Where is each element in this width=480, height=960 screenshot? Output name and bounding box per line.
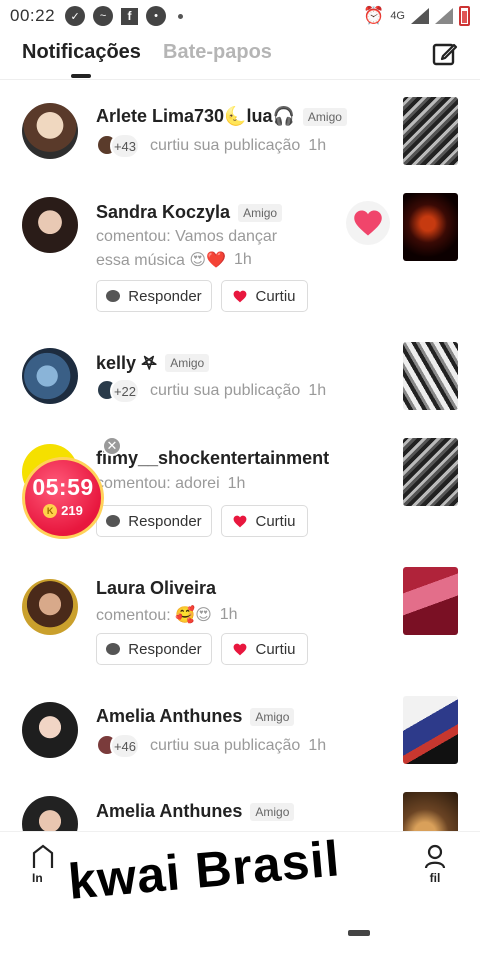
nav-profile[interactable]: fil: [424, 844, 446, 885]
home-icon: [32, 844, 54, 868]
comment-text-line2: essa música 😍❤️: [96, 252, 226, 269]
heart-icon: [234, 515, 247, 527]
post-thumbnail[interactable]: [403, 792, 458, 831]
gesture-bar: [348, 930, 370, 936]
liked-label: Curtiu: [255, 512, 296, 530]
friend-badge: Amigo: [250, 707, 295, 726]
nav-profile-label: fil: [429, 871, 441, 885]
notification-text: curtiu sua publicação: [150, 737, 301, 754]
liked-heart-bubble[interactable]: [346, 201, 390, 245]
reply-label: Responder: [128, 640, 202, 658]
post-thumbnail[interactable]: [403, 342, 458, 410]
avatar[interactable]: [22, 103, 78, 159]
reward-timer-widget[interactable]: 05:59 K 219: [22, 457, 104, 539]
notification-list: Arlete Lima730🌜lua🎧 Amigo +43 curtiu sua…: [0, 81, 480, 831]
wifi-signal-icon: [435, 8, 453, 24]
friend-badge: Amigo: [165, 354, 210, 372]
nav-home[interactable]: In: [32, 844, 54, 885]
chat-bubble-icon: •: [146, 6, 167, 26]
notification-time: 1h: [308, 382, 327, 399]
status-time: 00:22: [10, 6, 56, 25]
heart-icon: [234, 643, 247, 655]
notification-text: comentou: 🥰😍: [96, 607, 212, 624]
liker-count: +46: [110, 733, 140, 759]
avatar[interactable]: [22, 348, 78, 404]
compose-icon[interactable]: [432, 41, 458, 67]
signal-icon: [411, 8, 429, 24]
reply-label: Responder: [128, 512, 202, 530]
reply-button[interactable]: Responder: [96, 633, 212, 665]
user-name[interactable]: kelly 𖤐: [96, 351, 157, 375]
reply-button[interactable]: Responder: [96, 505, 212, 537]
post-thumbnail[interactable]: [403, 193, 458, 261]
friend-badge: Amigo: [250, 802, 295, 821]
tab-bate-papos[interactable]: Bate-papos: [163, 41, 272, 64]
notification-time: 1h: [308, 737, 327, 754]
liker-count: +22: [110, 378, 140, 404]
post-thumbnail[interactable]: [403, 567, 458, 635]
close-icon: ✕: [106, 438, 118, 453]
reply-label: Responder: [128, 287, 202, 305]
avatar[interactable]: [22, 197, 78, 253]
kwai-coin-icon: K: [43, 503, 58, 518]
liker-count: +43: [110, 133, 140, 159]
heart-icon: [234, 290, 247, 302]
notification-text: comentou: adorei: [96, 475, 220, 492]
reply-bubble-icon: [106, 515, 121, 527]
network-type: 4G: [390, 10, 405, 22]
reply-bubble-icon: [106, 290, 121, 302]
facebook-icon: f: [121, 7, 139, 25]
active-tab-indicator: [71, 74, 91, 78]
user-name[interactable]: Amelia Anthunes: [96, 706, 242, 727]
post-thumbnail[interactable]: [403, 97, 458, 165]
notification-time: 1h: [227, 475, 246, 492]
liked-button[interactable]: Curtiu: [221, 505, 308, 537]
user-name[interactable]: Laura Oliveira: [96, 578, 216, 599]
timer-close-button[interactable]: ✕: [102, 436, 122, 456]
status-right-icons: ⏰ 4G: [363, 6, 470, 26]
check-icon: ✓: [65, 6, 86, 26]
timer-coins: K 219: [25, 503, 101, 518]
reply-button[interactable]: Responder: [96, 280, 212, 312]
notification-text: curtiu sua publicação: [150, 137, 301, 154]
liked-label: Curtiu: [255, 640, 296, 658]
user-name[interactable]: Amelia Anthunes: [96, 801, 242, 822]
notification-time: 1h: [233, 251, 252, 268]
liked-button[interactable]: Curtiu: [221, 633, 308, 665]
notification-text: curtiu sua publicação: [150, 382, 301, 399]
battery-icon: [459, 6, 470, 26]
user-name[interactable]: Sandra Koczyla: [96, 202, 230, 223]
liker-avatars[interactable]: +43: [96, 133, 142, 159]
notification-time: 1h: [308, 137, 327, 154]
liked-button[interactable]: Curtiu: [221, 280, 308, 312]
coin-amount: 219: [61, 503, 83, 518]
friend-badge: Amigo: [302, 107, 347, 126]
liked-label: Curtiu: [255, 287, 296, 305]
avatar[interactable]: [22, 702, 78, 758]
tab-bar: Notificações Bate-papos: [0, 32, 480, 80]
friend-badge: Amigo: [238, 203, 283, 222]
tab-notificacoes[interactable]: Notificações: [22, 41, 141, 64]
liker-avatars[interactable]: +46: [96, 733, 142, 759]
nav-home-label: In: [32, 871, 43, 885]
liker-avatars[interactable]: +22: [96, 378, 142, 404]
more-notifications-dot-icon: [178, 13, 184, 19]
profile-icon: [424, 844, 446, 869]
post-thumbnail[interactable]: [403, 696, 458, 764]
post-thumbnail[interactable]: [403, 438, 458, 506]
timer-countdown: 05:59: [32, 474, 94, 500]
heart-icon: [354, 210, 382, 236]
user-name[interactable]: filmy__shockentertainment: [96, 448, 329, 469]
avatar[interactable]: [22, 579, 78, 635]
messenger-icon: ~: [93, 6, 114, 26]
user-name[interactable]: Arlete Lima730🌜lua🎧: [96, 106, 295, 127]
notification-time: 1h: [219, 606, 238, 623]
alarm-icon: ⏰: [363, 6, 385, 25]
comment-text-line1: comentou: Vamos dançar: [96, 228, 278, 245]
reply-bubble-icon: [106, 643, 121, 655]
avatar[interactable]: [22, 796, 78, 831]
status-bar: 00:22 ✓ ~ f • ⏰ 4G: [0, 0, 480, 32]
